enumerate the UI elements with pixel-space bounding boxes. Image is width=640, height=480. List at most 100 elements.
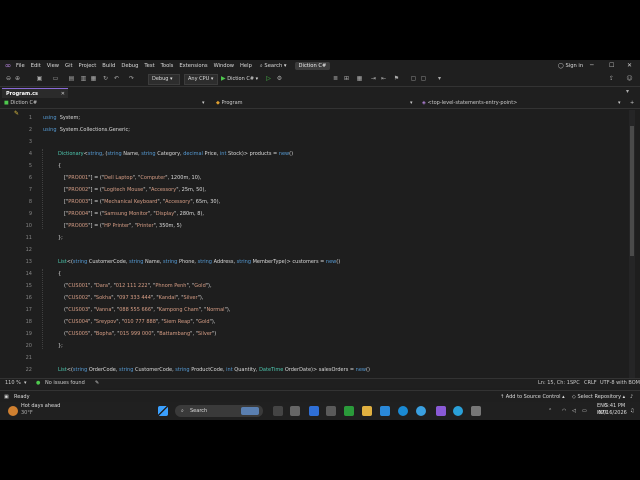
code-line[interactable]: ["PRO003"] = ("Mechanical Keyboard", "Ac… [64,196,220,208]
menu-file[interactable]: File [16,63,25,69]
forward-icon[interactable]: ⊕ [14,75,21,83]
code-line[interactable]: using System.Collections.Generic; [43,124,130,136]
comment-icon[interactable]: ▢ [410,75,417,83]
menu-project[interactable]: Project [79,63,97,69]
uncomment-icon[interactable]: ▢ [420,75,427,83]
code-line[interactable]: ["PRO002"] = ("Logitech Mouse", "Accesso… [64,184,206,196]
bookmark-icon[interactable]: ⚑ [393,75,400,83]
tool-icon-2[interactable]: ⊞ [343,75,350,83]
menu-help[interactable]: Help [240,63,252,69]
issues-status[interactable]: No issues found [45,379,85,388]
open-file-icon[interactable]: ▭ [52,75,59,83]
code-line[interactable]: { [58,160,61,172]
menu-extensions[interactable]: Extensions [179,63,207,69]
attach-icon[interactable]: ⚙ [276,75,283,83]
menu-git[interactable]: Git [65,63,73,69]
code-line[interactable]: }; [58,340,63,352]
copilot-icon[interactable] [290,406,300,416]
line-endings[interactable]: CRLF [584,379,597,388]
app-icon-3[interactable] [344,406,354,416]
menu-test[interactable]: Test [144,63,154,69]
close-button[interactable]: ✕ [627,60,632,72]
lightbulb-icon[interactable]: ✎ [14,110,19,117]
vertical-scrollbar[interactable] [629,110,635,380]
member-chevron-icon[interactable]: ▾ [618,99,621,107]
app-icon-4[interactable] [380,406,390,416]
pen-icon[interactable]: ✎ [95,379,99,388]
more-icon[interactable]: ▾ [436,75,443,83]
code-line[interactable]: ["PRO004"] = ("Samsung Monitor", "Displa… [64,208,204,220]
widgets-icon[interactable] [273,406,283,416]
app-icon-2[interactable] [326,406,336,416]
tab-list-chevron-icon[interactable]: ▾ [624,88,631,96]
menu-tools[interactable]: Tools [161,63,174,69]
project-dropdown[interactable]: ■ Diction C# [4,99,37,107]
sign-in-button[interactable]: ◯ Sign in [558,60,583,72]
platform-dropdown[interactable]: Any CPU ▾ [184,74,218,85]
refresh-icon[interactable]: ↻ [102,75,109,83]
chrome-icon[interactable] [416,406,426,416]
code-line[interactable]: ("CUS005", "Bopha", "015 999 000", "Batt… [64,328,216,340]
code-line[interactable]: ("CUS002", "Sokha", "097 333 444", "Kand… [64,292,203,304]
split-icon[interactable]: + [630,99,634,107]
save-icon[interactable]: ▤ [68,75,75,83]
new-project-icon[interactable]: ▣ [36,75,43,83]
volume-icon[interactable]: ◁ [572,406,576,416]
scrollbar-thumb[interactable] [630,126,634,256]
tool-icon-3[interactable]: ▦ [356,75,363,83]
app-icon-5[interactable] [471,406,481,416]
battery-icon[interactable]: ▭ [582,406,587,416]
code-line[interactable]: { [58,268,61,280]
member-dropdown[interactable]: ◈ <top-level-statements-entry-point> [422,99,517,107]
edge-icon[interactable] [398,406,408,416]
code-line[interactable]: ("CUS001", "Dara", "012 111 222", "Phnom… [64,280,212,292]
code-line[interactable]: ("CUS004", "Sreypov", "010 777 888", "Si… [64,316,215,328]
menu-debug[interactable]: Debug [121,63,138,69]
taskbar-search[interactable]: ⌕ Search [175,405,263,417]
code-line[interactable]: ["PRO005"] = ("HP Printer", "Printer", 3… [64,220,182,232]
back-icon[interactable]: ⊖ [5,75,12,83]
code-line[interactable]: using System; [43,112,80,124]
notification-bell-icon[interactable]: ♫ [630,406,634,416]
code-line[interactable]: Dictionary<string, (string Name, string … [58,148,293,160]
menu-view[interactable]: View [47,63,59,69]
code-line[interactable]: }; [58,232,63,244]
live-share-icon[interactable]: ⇪ [608,75,615,83]
weather-title[interactable]: Hot days ahead [21,403,60,410]
class-chevron-icon[interactable]: ▾ [410,99,413,107]
menu-search[interactable]: ⌕ Search ▾ [260,63,287,70]
weather-icon[interactable] [8,406,18,416]
clock-time[interactable]: 5:41 PM [605,403,625,410]
menu-build[interactable]: Build [102,63,115,69]
windows-start-icon[interactable] [158,406,168,416]
redo-icon[interactable]: ↷ [128,75,135,83]
code-line[interactable]: ["PRO001"] = ("Dell Laptop", "Computer",… [64,172,201,184]
zoom-level[interactable]: 110 % [5,379,21,388]
code-line[interactable]: List<(string CustomerCode, string Name, … [58,256,340,268]
zoom-chevron-icon[interactable]: ▾ [24,379,27,388]
class-dropdown[interactable]: ◆ Program [216,99,243,107]
save-all-alt-icon[interactable]: ▦ [90,75,97,83]
menu-window[interactable]: Window [214,63,234,69]
start-debugging-button[interactable]: ▶ Diction C# ▾ [221,74,258,84]
configuration-dropdown[interactable]: Debug ▾ [148,74,180,85]
indent-icon[interactable]: ⇥ [370,75,377,83]
app-icon-1[interactable] [309,406,319,416]
project-chevron-icon[interactable]: ▾ [202,99,205,107]
tray-chevron-icon[interactable]: ⌃ [548,406,552,416]
telegram-icon[interactable] [453,406,463,416]
file-explorer-icon[interactable] [362,406,372,416]
spacing-mode[interactable]: SPC [570,379,580,388]
wifi-icon[interactable]: ◠ [562,406,566,416]
run-without-debugging-icon[interactable]: ▷ [265,75,272,83]
undo-icon[interactable]: ↶ [113,75,120,83]
cursor-position[interactable]: Ln: 15, Ch: 1 [538,379,570,388]
tool-icon-1[interactable]: ≣ [332,75,339,83]
code-line[interactable]: ("CUS003", "Vanna", "088 555 666", "Kamp… [64,304,230,316]
outdent-icon[interactable]: ⇤ [380,75,387,83]
code-line[interactable]: List<(string OrderCode, string CustomerC… [58,364,370,376]
menu-edit[interactable]: Edit [31,63,41,69]
feedback-icon[interactable]: ☺ [626,75,633,83]
tab-program-cs[interactable]: Program.cs ✕ [2,88,68,98]
visual-studio-icon[interactable] [436,406,446,416]
